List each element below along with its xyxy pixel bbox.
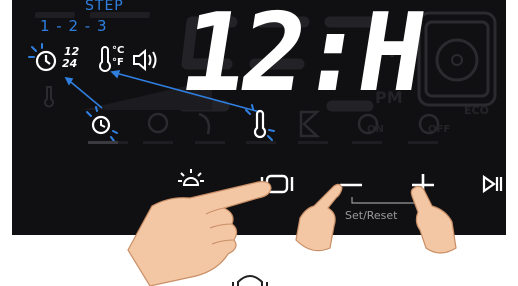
hand-icon-right (410, 185, 457, 254)
hand-icon-left (295, 183, 343, 252)
steam-icon-bottom (232, 274, 268, 286)
hands-overlay (127, 181, 457, 286)
hand-icon (127, 181, 272, 286)
